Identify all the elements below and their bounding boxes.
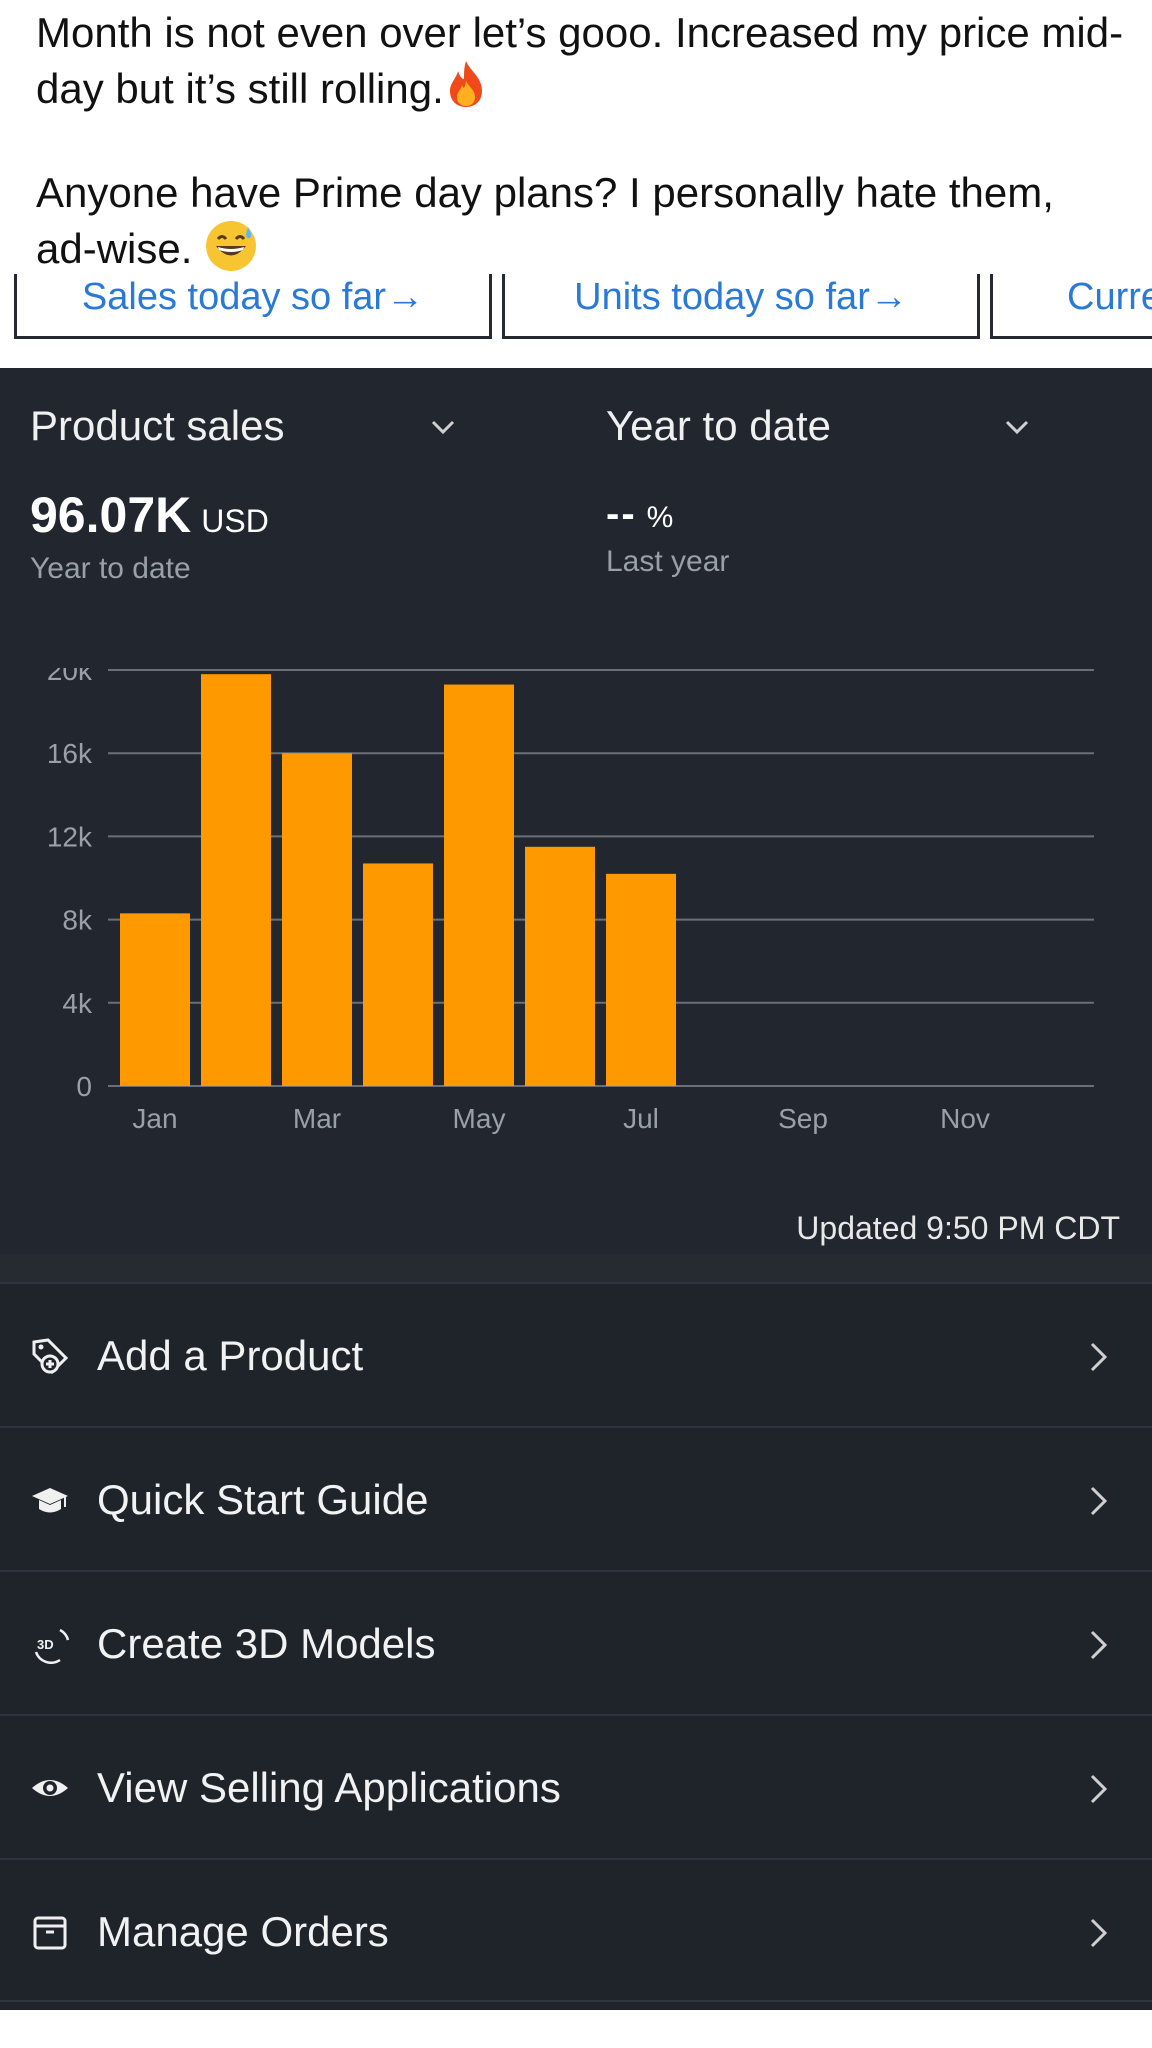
menu-label: Create 3D Models: [97, 1620, 436, 1667]
change-caption: Last year: [606, 545, 730, 578]
bar-apr[interactable]: [363, 863, 433, 1086]
chevron-down-icon: [431, 420, 455, 435]
x-tick-label: Jan: [132, 1103, 177, 1134]
eye-icon: [32, 1780, 68, 1796]
fire-emoji-icon: [449, 61, 482, 107]
chevron-down-icon: [1005, 420, 1029, 435]
menu-label: Add a Product: [97, 1332, 364, 1379]
x-tick-label: Jul: [623, 1103, 659, 1134]
sales-total-block: 96.07K USD Year to date: [30, 486, 269, 586]
post-paragraph-2: Anyone have Prime day plans? I personall…: [36, 166, 1126, 275]
sales-total-unit: USD: [201, 503, 269, 539]
menu-item-add-product[interactable]: Add a Product: [0, 1282, 1152, 1426]
post-line-1: Month is not even over let’s gooo. Incre…: [36, 9, 1124, 112]
add-product-icon: [32, 1338, 69, 1375]
chevron-right-icon: [1090, 1918, 1108, 1948]
units-today-link[interactable]: Units today so far→: [505, 274, 977, 320]
change-block: --% Last year: [606, 486, 729, 579]
y-tick-label: 16k: [47, 738, 93, 769]
post-line-2: Anyone have Prime day plans? I personall…: [36, 169, 1054, 272]
menu-item-create-3d-models[interactable]: 3D Create 3D Models: [0, 1570, 1152, 1714]
sales-panel: Product sales Year to date 96.07K USD Yea…: [0, 368, 1152, 1254]
grinning-sweat-emoji-icon: [206, 221, 257, 271]
x-tick-label: May: [453, 1103, 506, 1134]
period-dropdown[interactable]: Year to date: [606, 398, 1036, 454]
svg-text:3D: 3D: [37, 1637, 54, 1652]
seller-app-screen: Sales today so far→ Units today so far→ …: [0, 274, 1152, 2010]
menu-item-quick-start-guide[interactable]: Quick Start Guide: [0, 1426, 1152, 1570]
x-tick-label: Mar: [293, 1103, 341, 1134]
menu-item-manage-orders[interactable]: Manage Orders: [0, 1858, 1152, 2002]
quick-actions-menu: Add a Product Quick Start Guide 3D Creat…: [0, 1254, 1152, 2006]
period-dropdown-label: Year to date: [606, 402, 831, 449]
sales-total-value: 96.07K: [30, 487, 192, 543]
chevron-right-icon: [1090, 1774, 1108, 1804]
menu-item-view-selling-applications[interactable]: View Selling Applications: [0, 1714, 1152, 1858]
units-today-card[interactable]: Units today so far→: [502, 274, 980, 339]
change-value: --: [606, 492, 637, 536]
menu-label: Quick Start Guide: [97, 1476, 429, 1523]
menu-label: View Selling Applications: [97, 1764, 561, 1811]
chevron-right-icon: [1090, 1630, 1108, 1660]
y-tick-label: 12k: [47, 821, 93, 852]
graduation-cap-icon: [32, 1488, 68, 1513]
3d-rotate-icon: 3D: [34, 1628, 70, 1664]
sales-bar-chart: 0 4k 8k 12k 16k 20k Jan Mar May Jul Sep Nov: [47, 668, 1094, 1134]
sales-today-card[interactable]: Sales today so far→: [14, 274, 492, 339]
bar-feb[interactable]: [201, 674, 271, 1086]
updated-timestamp: Updated 9:50 PM CDT: [796, 1210, 1120, 1246]
post-text: Month is not even over let’s gooo. Incre…: [0, 0, 1152, 288]
menu-label: Manage Orders: [97, 1908, 389, 1955]
bar-may[interactable]: [444, 684, 514, 1086]
x-tick-label: Sep: [778, 1103, 828, 1134]
change-unit: %: [646, 501, 674, 534]
current-card-link[interactable]: Curre: [1067, 274, 1152, 320]
sales-today-link[interactable]: Sales today so far→: [17, 274, 489, 320]
x-tick-label: Nov: [940, 1103, 990, 1134]
sales-total-caption: Year to date: [30, 552, 191, 585]
chevron-right-icon: [1090, 1342, 1108, 1372]
post-paragraph-1: Month is not even over let’s gooo. Incre…: [36, 6, 1126, 115]
y-tick-label: 8k: [62, 905, 93, 936]
box-icon: [33, 1916, 67, 1950]
metric-dropdown[interactable]: Product sales: [30, 398, 460, 454]
page-bottom-edge: [0, 2010, 1152, 2048]
bar-jun[interactable]: [525, 846, 595, 1086]
bar-mar[interactable]: [282, 753, 352, 1086]
metric-dropdown-label: Product sales: [30, 402, 285, 449]
bar-jul[interactable]: [606, 873, 676, 1086]
chevron-right-icon: [1090, 1486, 1108, 1516]
y-tick-label: 4k: [62, 988, 93, 1019]
current-card[interactable]: Curre: [990, 274, 1152, 339]
summary-cards-strip: Sales today so far→ Units today so far→ …: [0, 274, 1152, 368]
y-tick-label: 20k: [47, 668, 93, 686]
y-tick-label: 0: [76, 1071, 92, 1102]
bar-jan[interactable]: [120, 913, 190, 1086]
